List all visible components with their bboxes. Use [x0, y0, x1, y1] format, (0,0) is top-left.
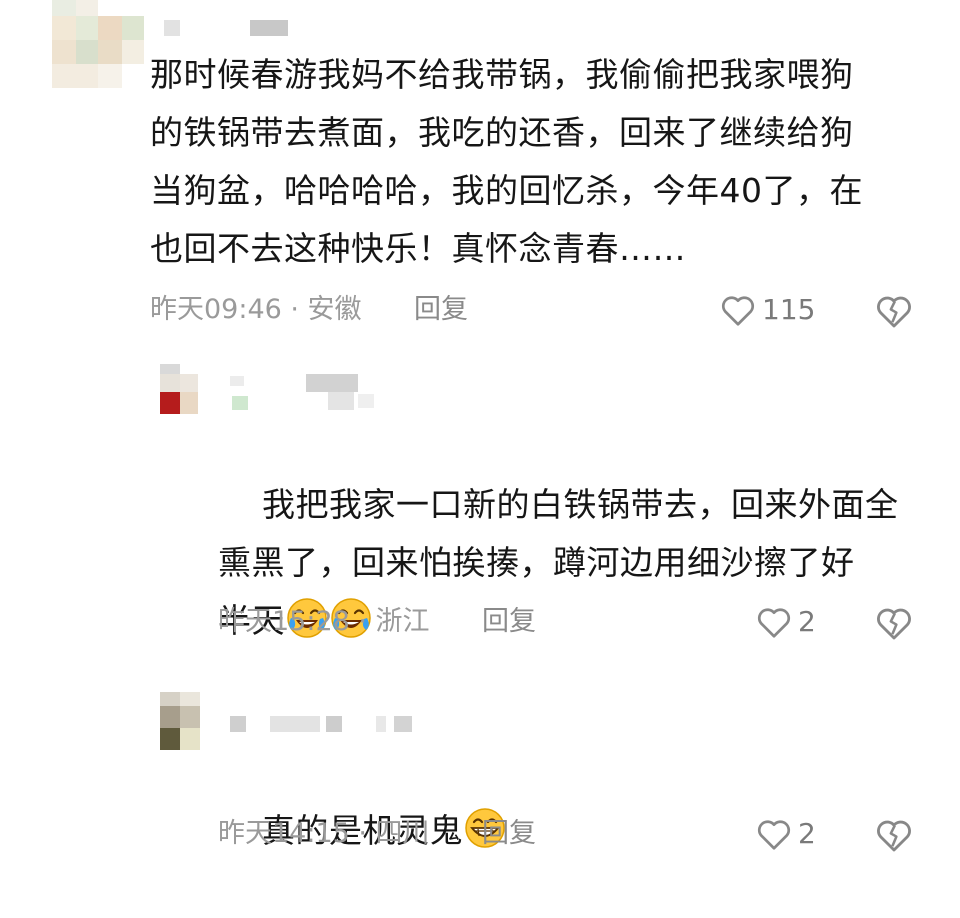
broken-heart-icon[interactable]: [875, 604, 913, 642]
comment-text: 那时候春游我妈不给我带锅，我偷偷把我家喂狗 的铁锅带去煮面，我吃的还香，回来了继…: [150, 55, 863, 268]
username[interactable]: [230, 716, 420, 734]
like-count: 2: [798, 817, 816, 850]
comment-meta: 昨天15:28 · 浙江: [218, 606, 430, 637]
heart-icon: [757, 820, 791, 850]
heart-icon: [721, 296, 755, 326]
avatar[interactable]: [160, 692, 200, 750]
comment-1: 那时候春游我妈不给我带锅，我偷偷把我家喂狗 的铁锅带去煮面，我吃的还香，回来了继…: [0, 0, 960, 340]
comment-3: 真的是机灵鬼 昨天14:15 · 四川 回复 2: [0, 650, 960, 894]
broken-heart-icon[interactable]: [875, 816, 913, 854]
reply-button[interactable]: 回复: [482, 602, 536, 642]
username[interactable]: [164, 20, 288, 36]
like-count: 115: [762, 293, 816, 326]
avatar[interactable]: [160, 364, 200, 414]
reply-button[interactable]: 回复: [482, 814, 536, 854]
comment-2: 我把我家一口新的白铁锅带去，回来外面全 熏黑了，回来怕挨揍，蹲河边用细沙擦了好 …: [0, 340, 960, 650]
comment-meta: 昨天09:46 · 安徽: [150, 294, 362, 325]
like-button[interactable]: 115: [720, 290, 815, 330]
avatar[interactable]: [52, 0, 144, 88]
like-button[interactable]: 2: [756, 602, 816, 642]
reply-button[interactable]: 回复: [414, 290, 468, 330]
heart-icon: [757, 608, 791, 638]
comment-meta: 昨天14:15 · 四川: [218, 818, 430, 849]
username[interactable]: [228, 374, 378, 414]
like-button[interactable]: 2: [756, 814, 816, 854]
broken-heart-icon[interactable]: [875, 292, 913, 330]
like-count: 2: [798, 605, 816, 638]
